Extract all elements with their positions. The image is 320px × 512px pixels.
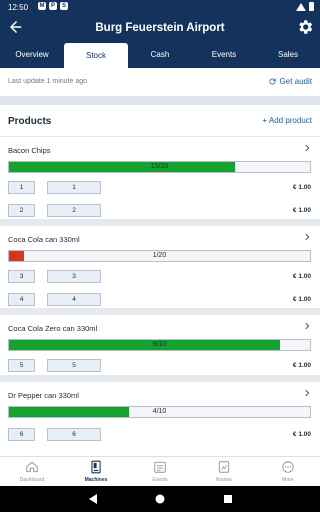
nav-more[interactable]: More [256, 457, 320, 486]
chevron-right-icon[interactable] [302, 143, 312, 153]
stock-progress-bar: 15/20 [8, 161, 311, 173]
product-card[interactable]: Coca Cola Zero can 330ml 9/10 5 5 € 1.00 [0, 316, 320, 382]
nav-label: Dashboard [19, 477, 45, 483]
system-home-icon[interactable] [155, 494, 165, 504]
more-icon [282, 461, 294, 473]
slot-row: 3 3 € 1.00 [0, 270, 320, 286]
slot-row: 5 5 € 1.00 [0, 359, 320, 375]
system-back-icon[interactable] [88, 494, 98, 504]
slot-price: € 1.00 [292, 431, 311, 438]
slot-price: € 1.00 [292, 296, 311, 303]
slot-row: 4 4 € 1.00 [0, 293, 320, 309]
machine-icon [91, 460, 101, 474]
stock-progress-label: 9/10 [152, 341, 167, 348]
home-icon [26, 461, 38, 473]
get-audit-label: Get audit [279, 77, 312, 86]
products-title: Products [8, 116, 52, 127]
get-audit-button[interactable]: Get audit [268, 77, 312, 86]
slot-price: € 1.00 [292, 362, 311, 369]
slot-price: € 1.00 [292, 184, 311, 191]
slot-label[interactable]: 4 [47, 293, 101, 306]
routes-icon [218, 461, 230, 473]
slot-number[interactable]: 5 [8, 359, 35, 372]
page-title: Burg Feuerstein Airport [95, 22, 225, 34]
nav-dashboard[interactable]: Dashboard [0, 457, 64, 486]
product-name: Coca Cola Zero can 330ml [8, 324, 98, 333]
tab-bar: Overview Stock Cash Events Sales [0, 42, 320, 68]
tab-sales[interactable]: Sales [256, 42, 320, 68]
nav-routes[interactable]: Routes [192, 457, 256, 486]
tab-cash[interactable]: Cash [128, 42, 192, 68]
section-divider [0, 96, 320, 105]
nav-label: More [282, 477, 294, 483]
status-time: 12:50 [8, 3, 29, 12]
status-bar: 12:50 M P S [0, 0, 320, 14]
slot-number[interactable]: 2 [8, 204, 35, 217]
nav-label: Events [152, 477, 168, 483]
tab-overview[interactable]: Overview [0, 42, 64, 68]
product-name: Dr Pepper can 330ml [8, 391, 79, 400]
slot-row: 2 2 € 1.00 [0, 204, 320, 220]
add-product-button[interactable]: + Add product [262, 116, 312, 125]
chevron-right-icon[interactable] [302, 232, 312, 242]
product-card[interactable]: Coca Cola can 330ml 1/20 3 3 € 1.00 4 4 … [0, 227, 320, 315]
stock-progress-label: 4/10 [152, 408, 167, 415]
slot-price: € 1.00 [292, 273, 311, 280]
chevron-right-icon[interactable] [302, 321, 312, 331]
tab-events[interactable]: Events [192, 42, 256, 68]
product-card[interactable]: Dr Pepper can 330ml 4/10 6 6 € 1.00 [0, 383, 320, 456]
product-card[interactable]: Bacon Chips 15/20 1 1 € 1.00 2 2 € 1.00 [0, 138, 320, 226]
nav-label: Machines [84, 477, 108, 483]
update-bar: Last update 1 minute ago Get audit [0, 68, 320, 96]
nav-events[interactable]: Events [128, 457, 192, 486]
system-nav-bar [0, 486, 320, 512]
slot-row: 1 1 € 1.00 [0, 181, 320, 197]
stock-progress-bar: 9/10 [8, 339, 311, 351]
slot-price: € 1.00 [292, 207, 311, 214]
slot-label[interactable]: 6 [47, 428, 101, 441]
last-update-text: Last update 1 minute ago [8, 78, 88, 85]
battery-icon [309, 2, 314, 11]
stock-progress-label: 15/20 [150, 163, 169, 170]
chevron-right-icon[interactable] [302, 388, 312, 398]
tab-stock[interactable]: Stock [64, 43, 128, 68]
slot-label[interactable]: 5 [47, 359, 101, 372]
bottom-nav: Dashboard Machines Events Routes More [0, 456, 320, 486]
app-bar: Burg Feuerstein Airport [0, 14, 320, 42]
settings-gear-icon[interactable] [296, 18, 314, 36]
slot-number[interactable]: 1 [8, 181, 35, 194]
product-name: Coca Cola can 330ml [8, 235, 80, 244]
nav-label: Routes [216, 477, 232, 483]
products-header: Products + Add product [0, 105, 320, 137]
slot-label[interactable]: 3 [47, 270, 101, 283]
status-notification-icons: M P S [38, 2, 68, 10]
product-name: Bacon Chips [8, 146, 51, 155]
slot-number[interactable]: 3 [8, 270, 35, 283]
events-icon [154, 461, 166, 473]
notification-icon: S [60, 2, 68, 10]
slot-row: 6 6 € 1.00 [0, 428, 320, 444]
system-recents-icon[interactable] [223, 494, 233, 504]
stock-progress-label: 1/20 [152, 252, 167, 259]
stock-progress-bar: 4/10 [8, 406, 311, 418]
notification-icon: M [38, 2, 46, 10]
nav-machines[interactable]: Machines [64, 457, 128, 486]
wifi-icon [296, 2, 306, 11]
slot-number[interactable]: 6 [8, 428, 35, 441]
slot-number[interactable]: 4 [8, 293, 35, 306]
slot-label[interactable]: 1 [47, 181, 101, 194]
refresh-icon [269, 78, 276, 85]
slot-label[interactable]: 2 [47, 204, 101, 217]
notification-icon: P [49, 2, 57, 10]
stock-progress-bar: 1/20 [8, 250, 311, 262]
